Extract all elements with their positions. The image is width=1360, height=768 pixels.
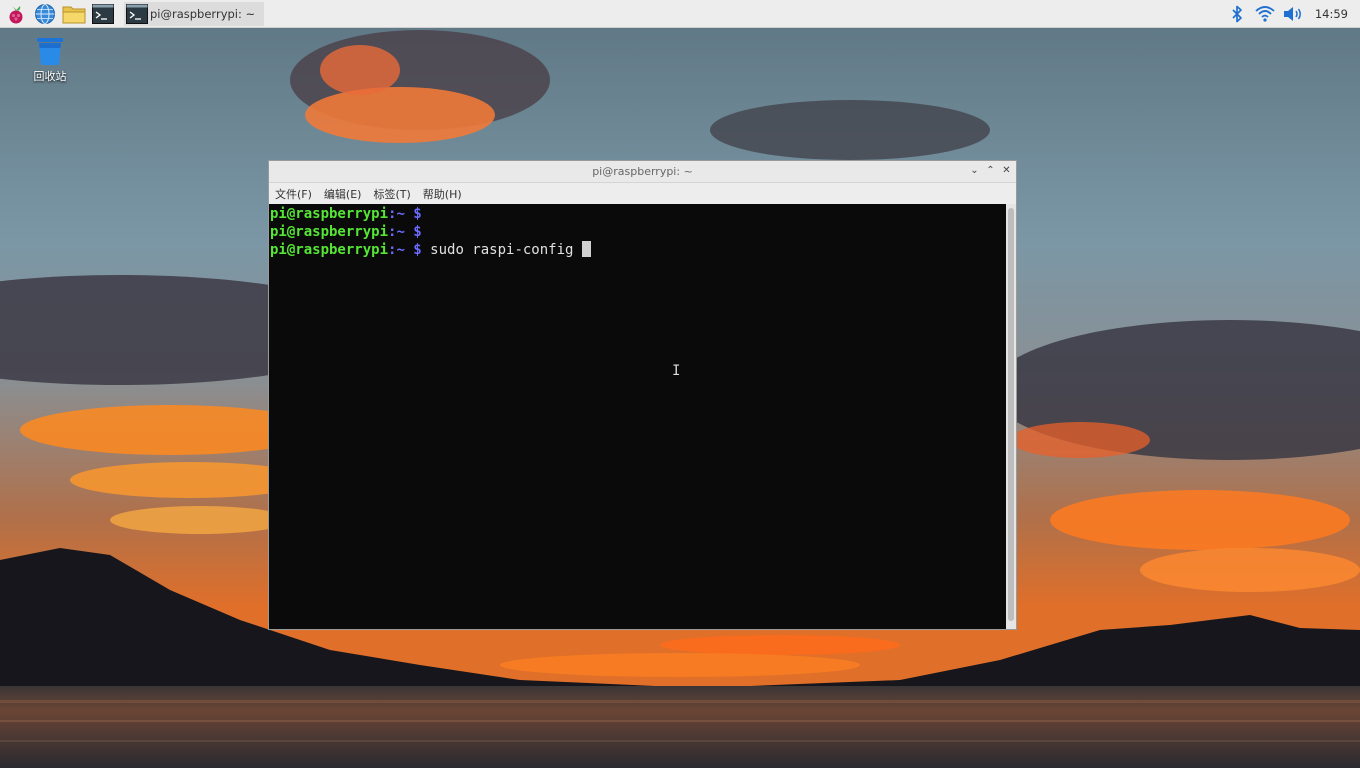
prompt-user: pi@raspberrypi [270,206,389,222]
wifi-icon[interactable] [1251,0,1279,28]
trash-label: 回收站 [33,70,67,83]
prompt-symbol: $ [404,223,422,240]
close-button[interactable]: ✕ [1000,164,1013,177]
terminal-line: pi@raspberrypi:~ $ [270,224,1006,242]
terminal-scrollbar[interactable] [1006,204,1016,629]
clock[interactable]: 14:59 [1315,7,1348,21]
terminal-window[interactable]: pi@raspberrypi: ~ ⌄ ⌃ ✕ 文件(F) 编辑(E) 标签(T… [268,160,1017,630]
scrollbar-thumb[interactable] [1008,208,1014,621]
prompt-user: pi@raspberrypi [270,242,389,258]
taskbar-terminal-button[interactable]: pi@raspberrypi: ~ [124,2,264,26]
file-manager-icon[interactable] [61,1,87,27]
prompt-path: :~ [388,242,405,258]
menu-edit[interactable]: 编辑(E) [324,186,362,202]
terminal-titlebar[interactable]: pi@raspberrypi: ~ ⌄ ⌃ ✕ [269,161,1016,183]
raspberry-menu-icon[interactable] [3,1,29,27]
minimize-button[interactable]: ⌄ [968,164,981,177]
prompt-path: :~ [388,206,405,222]
ibeam-cursor-icon: I [672,363,681,379]
terminal-line: pi@raspberrypi:~ $ [270,206,1006,224]
terminal-icon[interactable] [90,1,116,27]
trash-bin-icon [37,38,63,65]
web-browser-icon[interactable] [32,1,58,27]
terminal-screen[interactable]: pi@raspberrypi:~ $ pi@raspberrypi:~ $ pi… [269,204,1006,629]
window-title: pi@raspberrypi: ~ [592,165,693,178]
menu-tabs[interactable]: 标签(T) [373,186,410,202]
maximize-button[interactable]: ⌃ [984,164,997,177]
command-text: sudo raspi-config [421,242,582,258]
menu-help[interactable]: 帮助(H) [423,186,462,202]
prompt-symbol: $ [404,206,422,222]
menu-file[interactable]: 文件(F) [275,186,312,202]
volume-icon[interactable] [1279,0,1307,28]
text-cursor [581,241,591,257]
taskbar-terminal-label: pi@raspberrypi: ~ [150,7,256,21]
prompt-user: pi@raspberrypi [270,223,389,240]
terminal-menubar: 文件(F) 编辑(E) 标签(T) 帮助(H) [269,183,1016,205]
terminal-line: pi@raspberrypi:~ $ sudo raspi-config [270,241,1006,259]
top-panel: pi@raspberrypi: ~ 14:59 [0,0,1360,28]
desktop-trash[interactable]: 回收站 [24,36,76,84]
terminal-icon [126,4,148,24]
bluetooth-icon[interactable] [1223,0,1251,28]
system-tray: 14:59 [1223,0,1360,28]
prompt-symbol: $ [404,242,422,258]
prompt-path: :~ [388,223,405,240]
